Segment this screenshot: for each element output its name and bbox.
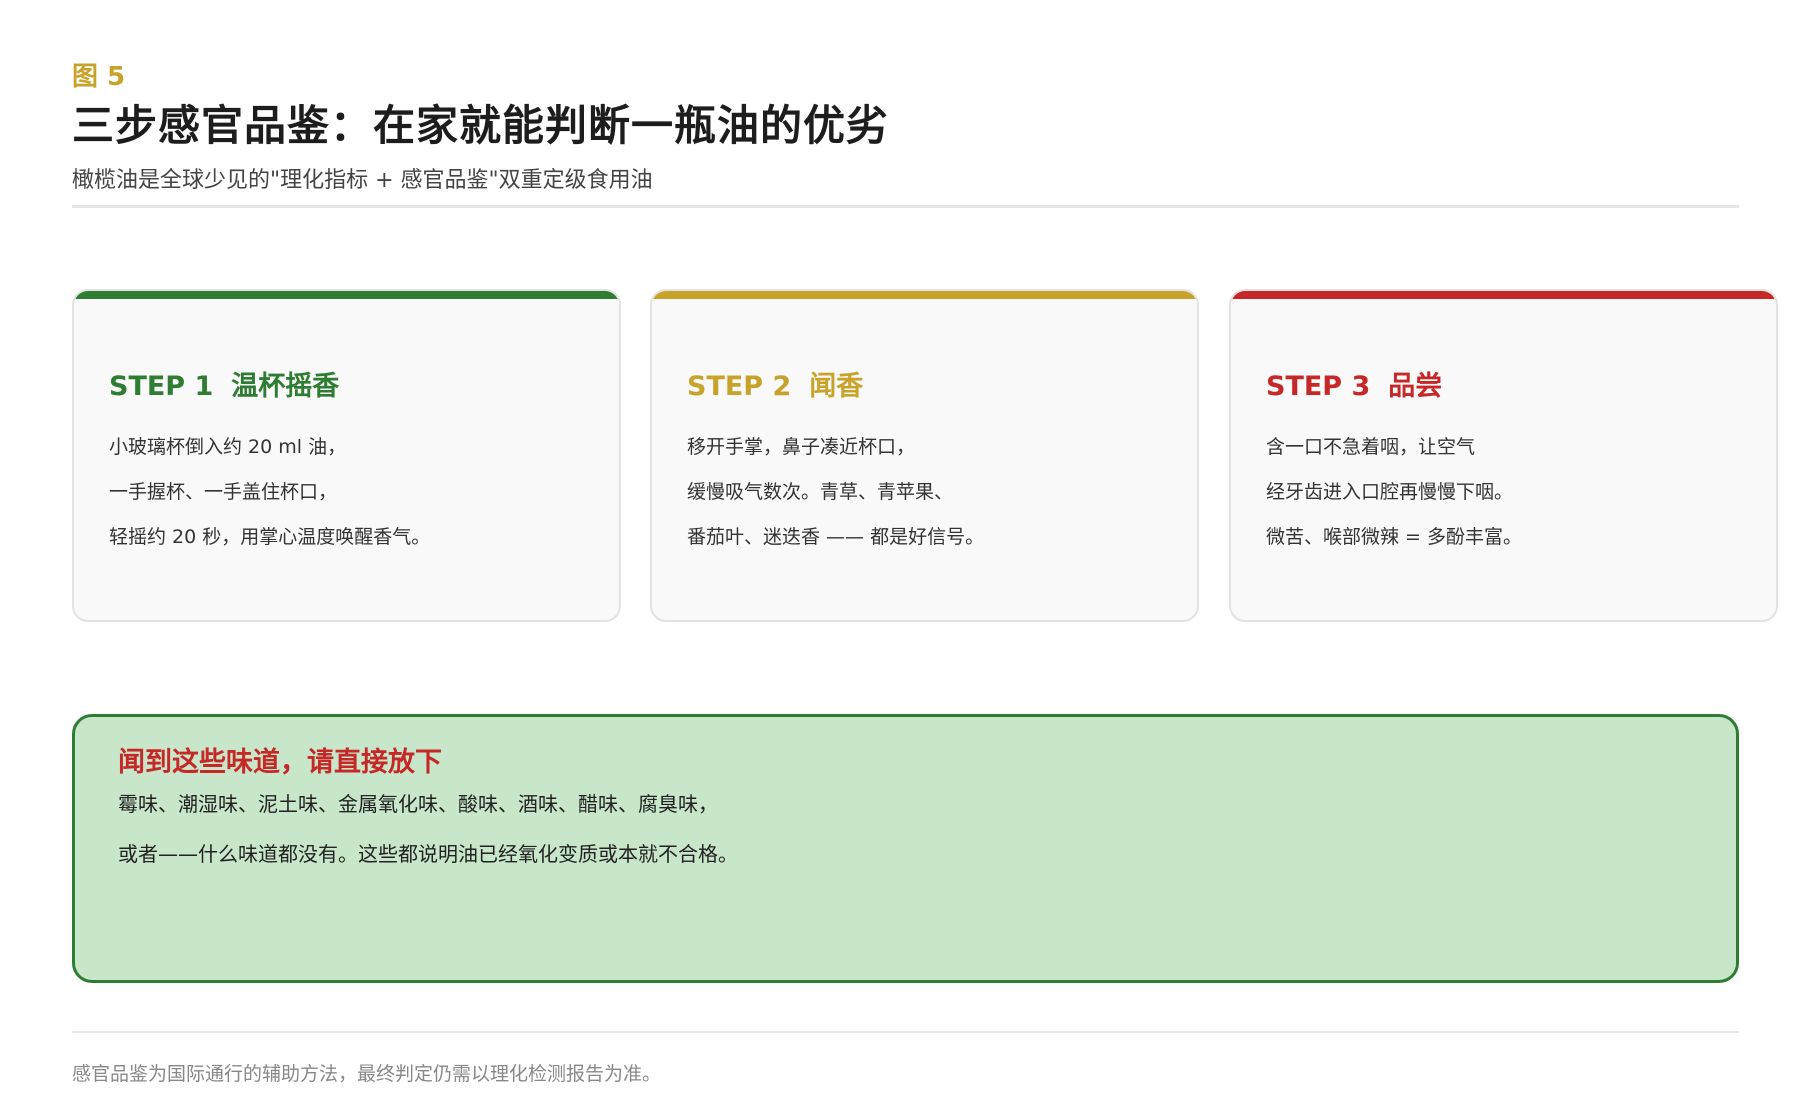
figure-header: 图 5 三步感官品鉴：在家就能判断一瓶油的优劣 橄榄油是全球少见的"理化指标 +…	[72, 60, 1739, 196]
step-title-3: STEP 3 品尝	[1266, 369, 1442, 405]
step-description-3: 含一口不急着咽，让空气 经牙齿进入口腔再慢慢下咽。 微苦、喉部微辣 = 多酚丰富…	[1266, 425, 1522, 560]
step-name-1: 温杯摇香	[231, 371, 340, 402]
warning-description: 霉味、潮湿味、泥土味、金属氧化味、酸味、酒味、醋味、腐臭味， 或者——什么味道都…	[118, 779, 738, 879]
step-card-accent-1	[74, 291, 619, 299]
step-card-accent-2	[652, 291, 1197, 299]
page-title: 三步感官品鉴：在家就能判断一瓶油的优劣	[72, 101, 890, 150]
step-title-2: STEP 2 闻香	[687, 369, 863, 405]
step-card-2: STEP 2 闻香 移开手掌，鼻子凑近杯口， 缓慢吸气数次。青草、青苹果、 番茄叶…	[650, 289, 1199, 622]
step-description-1: 小玻璃杯倒入约 20 ml 油， 一手握杯、一手盖住杯口， 轻摇约 20 秒，用…	[109, 425, 430, 560]
step-card-3: STEP 3 品尝 含一口不急着咽，让空气 经牙齿进入口腔再慢慢下咽。 微苦、喉部…	[1229, 289, 1778, 622]
warning-title: 闻到这些味道，请直接放下	[118, 747, 442, 778]
step-title-1: STEP 1 温杯摇香	[109, 369, 339, 405]
step-number-2: STEP 2	[687, 371, 792, 402]
step-line: 番茄叶、迷迭香 —— 都是好信号。	[687, 526, 985, 548]
figure-label: 图 5	[72, 62, 126, 92]
step-line: 小玻璃杯倒入约 20 ml 油，	[109, 436, 347, 458]
step-description-2: 移开手掌，鼻子凑近杯口， 缓慢吸气数次。青草、青苹果、 番茄叶、迷迭香 —— 都…	[687, 425, 984, 560]
page-subtitle: 橄榄油是全球少见的"理化指标 + 感官品鉴"双重定级食用油	[72, 168, 653, 193]
warning-line: 霉味、潮湿味、泥土味、金属氧化味、酸味、酒味、醋味、腐臭味，	[118, 792, 718, 816]
step-line: 微苦、喉部微辣 = 多酚丰富。	[1266, 526, 1522, 548]
step-line: 一手握杯、一手盖住杯口，	[109, 481, 338, 503]
step-cards: STEP 1 温杯摇香 小玻璃杯倒入约 20 ml 油， 一手握杯、一手盖住杯口，…	[72, 289, 1782, 625]
step-number-3: STEP 3	[1266, 371, 1371, 402]
step-number-1: STEP 1	[109, 371, 214, 402]
step-line: 含一口不急着咽，让空气	[1266, 436, 1476, 458]
step-line: 移开手掌，鼻子凑近杯口，	[687, 436, 916, 458]
footer-note: 感官品鉴为国际通行的辅助方法，最终判定仍需以理化检测报告为准。	[72, 1063, 662, 1085]
step-line: 经牙齿进入口腔再慢慢下咽。	[1266, 481, 1514, 503]
step-card-1: STEP 1 温杯摇香 小玻璃杯倒入约 20 ml 油， 一手握杯、一手盖住杯口，…	[72, 289, 621, 622]
warning-line: 或者——什么味道都没有。这些都说明油已经氧化变质或本就不合格。	[118, 842, 738, 866]
footer-divider	[72, 1031, 1739, 1033]
step-card-accent-3	[1231, 291, 1776, 299]
warning-box: 闻到这些味道，请直接放下 霉味、潮湿味、泥土味、金属氧化味、酸味、酒味、醋味、腐…	[72, 714, 1739, 983]
step-name-3: 品尝	[1388, 371, 1443, 402]
step-line: 缓慢吸气数次。青草、青苹果、	[687, 481, 954, 503]
step-name-2: 闻香	[809, 371, 864, 402]
header-divider	[72, 205, 1739, 208]
step-line: 轻摇约 20 秒，用掌心温度唤醒香气。	[109, 526, 431, 548]
